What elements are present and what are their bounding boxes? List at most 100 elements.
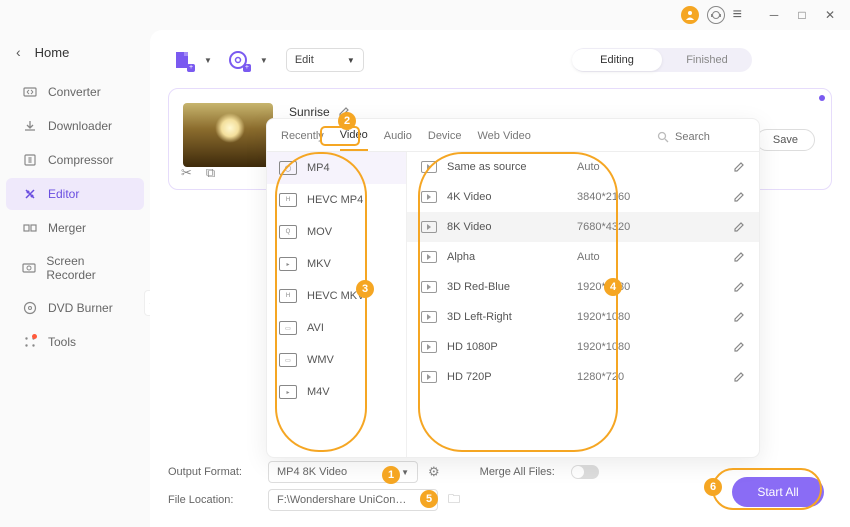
preset-row[interactable]: 3D Red-Blue1920*1080 xyxy=(407,272,759,302)
sidebar-item-downloader[interactable]: Downloader xyxy=(6,110,144,142)
tab-web-video[interactable]: Web Video xyxy=(478,130,531,150)
output-format-label: Output Format: xyxy=(168,466,258,478)
chevron-down-icon: ▼ xyxy=(347,56,355,65)
sidebar-item-screen-recorder[interactable]: Screen Recorder xyxy=(6,246,144,290)
edit-preset-icon[interactable] xyxy=(733,371,745,383)
sidebar-label: Screen Recorder xyxy=(46,254,128,282)
mode-select[interactable]: Edit ▼ xyxy=(286,48,364,72)
format-hevc-mp4[interactable]: HHEVC MP4 xyxy=(267,184,406,216)
format-icon: H xyxy=(279,193,297,207)
tab-recently[interactable]: Recently xyxy=(281,130,324,150)
edit-preset-icon[interactable] xyxy=(733,161,745,173)
format-mkv[interactable]: ▸MKV xyxy=(267,248,406,280)
format-icon: Q xyxy=(279,225,297,239)
preset-row[interactable]: Same as sourceAuto xyxy=(407,152,759,182)
tab-video[interactable]: Video xyxy=(340,129,368,151)
tab-audio[interactable]: Audio xyxy=(384,130,412,150)
titlebar: ≡ ─ □ ✕ xyxy=(0,0,850,30)
sidebar-item-merger[interactable]: Merger xyxy=(6,212,144,244)
search-icon xyxy=(657,131,669,143)
step-badge-4: 4 xyxy=(604,278,622,296)
open-folder-icon[interactable]: 🗀 xyxy=(448,490,460,511)
edit-preset-icon[interactable] xyxy=(733,251,745,263)
merger-icon xyxy=(22,220,38,236)
minimize-button[interactable]: ─ xyxy=(764,5,784,25)
sidebar-label: Editor xyxy=(48,187,79,201)
edit-preset-icon[interactable] xyxy=(733,341,745,353)
video-icon xyxy=(421,161,437,173)
sidebar-item-tools[interactable]: Tools xyxy=(6,326,144,358)
format-avi[interactable]: ▭AVI xyxy=(267,312,406,344)
output-format-value: MP4 8K Video xyxy=(277,466,347,478)
close-button[interactable]: ✕ xyxy=(820,5,840,25)
step-badge-1: 1 xyxy=(382,466,400,484)
sidebar-item-converter[interactable]: Converter xyxy=(6,76,144,108)
sidebar-label: Compressor xyxy=(48,153,113,167)
sidebar-item-dvd-burner[interactable]: DVD Burner xyxy=(6,292,144,324)
preset-row[interactable]: 8K Video7680*4320 xyxy=(407,212,759,242)
toolbar: + ▼ + ▼ Edit ▼ Editing Finished xyxy=(168,46,832,74)
chevron-down-icon[interactable]: ▼ xyxy=(260,56,268,65)
preset-row[interactable]: 3D Left-Right1920*1080 xyxy=(407,302,759,332)
sidebar-label: Merger xyxy=(48,221,86,235)
file-location-select[interactable]: F:\Wondershare UniConverter 13 ▼ xyxy=(268,489,438,511)
step-badge-2: 2 xyxy=(338,112,356,130)
format-m4v[interactable]: ▸M4V xyxy=(267,376,406,408)
crop-icon[interactable]: ⧉ xyxy=(206,165,215,181)
preset-row[interactable]: 4K Video3840*2160 xyxy=(407,182,759,212)
save-button[interactable]: Save xyxy=(756,129,815,151)
sidebar-label: DVD Burner xyxy=(48,301,113,315)
converter-icon xyxy=(22,84,38,100)
preset-row[interactable]: HD 720P1280*720 xyxy=(407,362,759,392)
preset-row[interactable]: HD 1080P1920*1080 xyxy=(407,332,759,362)
recorder-icon xyxy=(22,260,36,276)
maximize-button[interactable]: □ xyxy=(792,5,812,25)
format-wmv[interactable]: ▭WMV xyxy=(267,344,406,376)
trim-icon[interactable]: ✂ xyxy=(181,165,192,181)
format-mp4[interactable]: ◯MP4 xyxy=(267,152,406,184)
preset-list: Same as sourceAuto 4K Video3840*2160 8K … xyxy=(407,152,759,457)
sidebar-item-compressor[interactable]: Compressor xyxy=(6,144,144,176)
output-settings-icon[interactable]: ⚙ xyxy=(428,464,440,480)
search-input[interactable] xyxy=(675,131,745,143)
menu-icon[interactable]: ≡ xyxy=(733,6,742,24)
tab-device[interactable]: Device xyxy=(428,130,462,150)
support-icon[interactable] xyxy=(707,6,725,24)
sidebar-item-editor[interactable]: Editor xyxy=(6,178,144,210)
mode-label: Edit xyxy=(295,54,314,66)
edit-preset-icon[interactable] xyxy=(733,311,745,323)
plus-icon: + xyxy=(187,64,195,72)
chevron-down-icon: ▼ xyxy=(401,468,409,477)
home-button[interactable]: ‹ Home xyxy=(0,36,150,68)
editor-icon xyxy=(22,186,38,202)
preset-row[interactable]: AlphaAuto xyxy=(407,242,759,272)
step-badge-6: 6 xyxy=(704,478,722,496)
edit-preset-icon[interactable] xyxy=(733,281,745,293)
video-thumbnail[interactable] xyxy=(183,103,273,167)
tab-editing[interactable]: Editing xyxy=(572,49,662,71)
format-icon: ◯ xyxy=(279,161,297,175)
user-avatar[interactable] xyxy=(681,6,699,24)
add-dvd-button[interactable]: + xyxy=(224,46,252,74)
format-list: ◯MP4 HHEVC MP4 QMOV ▸MKV HHEVC MKV ▭AVI … xyxy=(267,152,407,457)
edit-preset-icon[interactable] xyxy=(733,191,745,203)
add-file-button[interactable]: + xyxy=(168,46,196,74)
new-badge xyxy=(32,334,37,339)
tab-finished[interactable]: Finished xyxy=(662,49,752,71)
format-icon: ▭ xyxy=(279,321,297,335)
format-icon: ▸ xyxy=(279,257,297,271)
dvd-icon xyxy=(22,300,38,316)
edit-preset-icon[interactable] xyxy=(733,221,745,233)
merge-toggle[interactable] xyxy=(571,465,599,479)
format-mov[interactable]: QMOV xyxy=(267,216,406,248)
sidebar-label: Downloader xyxy=(48,119,112,133)
search-box[interactable] xyxy=(657,131,745,149)
sidebar: ‹ Home Converter Downloader Compressor E… xyxy=(0,30,150,527)
chevron-down-icon[interactable]: ▼ xyxy=(204,56,212,65)
compressor-icon xyxy=(22,152,38,168)
video-icon xyxy=(421,311,437,323)
format-icon: ▭ xyxy=(279,353,297,367)
merge-label: Merge All Files: xyxy=(480,466,555,478)
format-hevc-mkv[interactable]: HHEVC MKV xyxy=(267,280,406,312)
start-all-button[interactable]: Start All xyxy=(732,477,824,507)
